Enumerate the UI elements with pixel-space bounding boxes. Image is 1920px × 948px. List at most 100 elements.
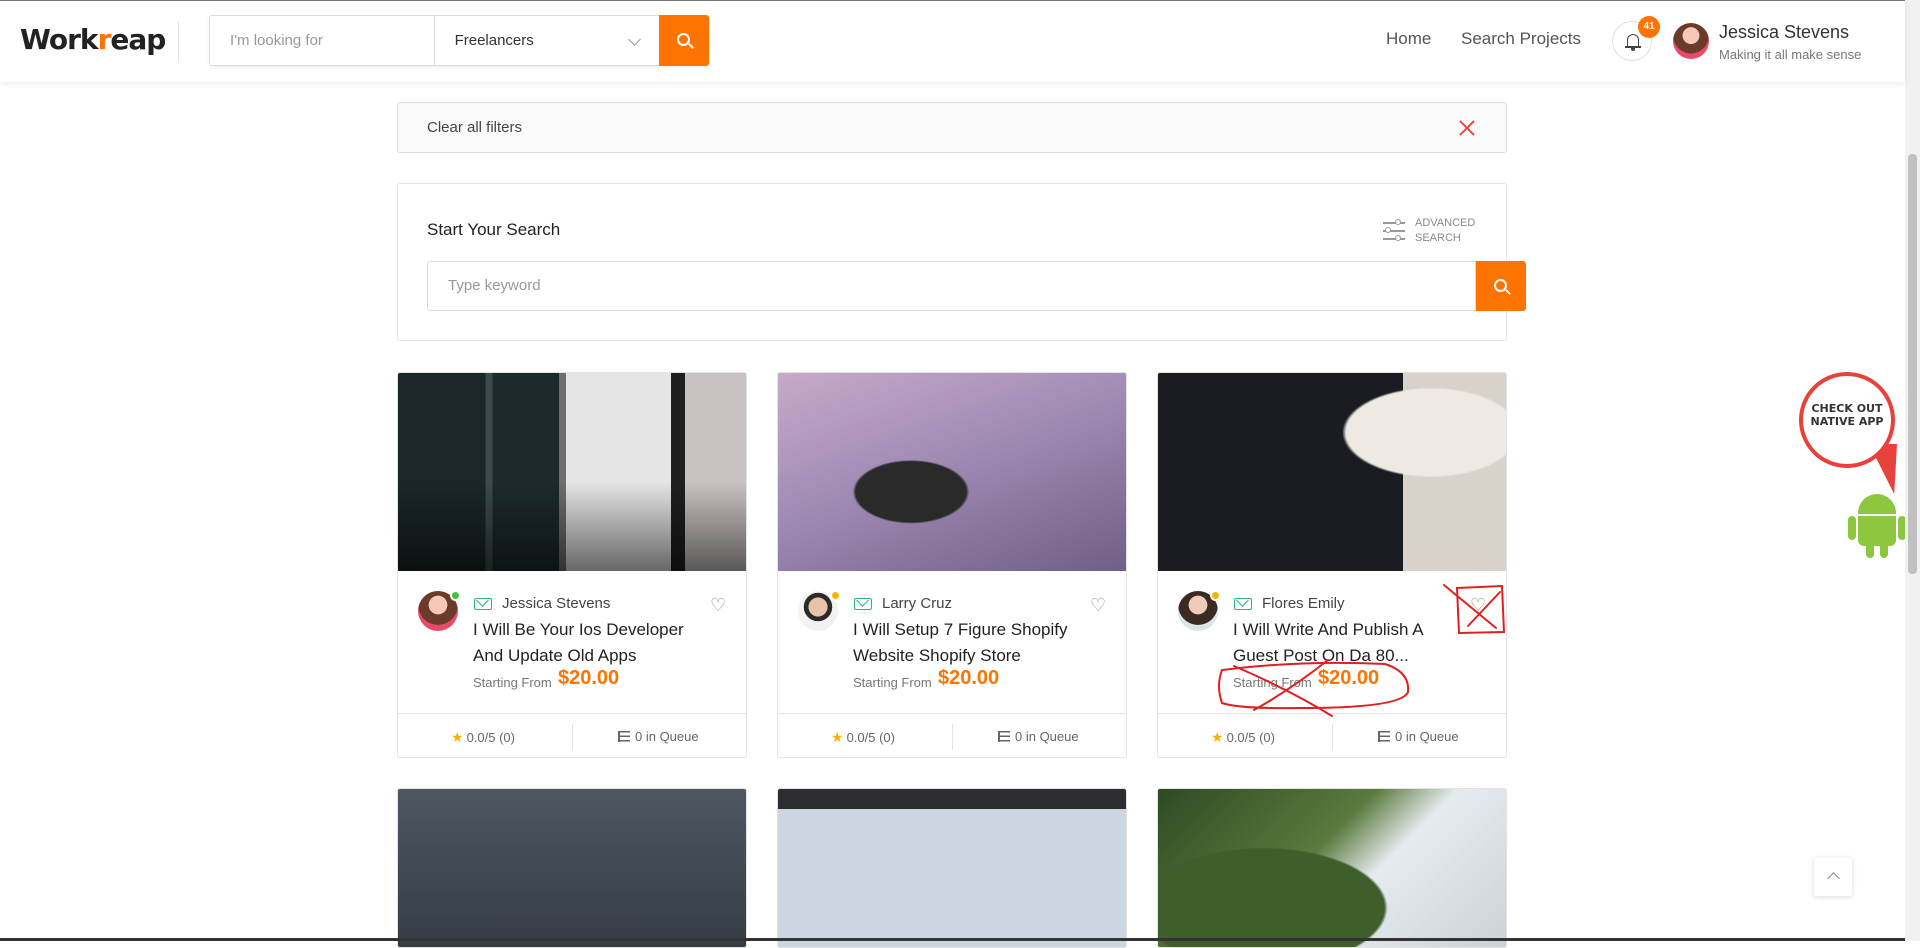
gig-title-line: I Will Be Your Ios Developer — [473, 620, 684, 639]
category-select[interactable]: Freelancers — [435, 16, 660, 65]
scrollbar-thumb[interactable] — [1908, 154, 1917, 574]
notification-badge: 41 — [1638, 16, 1660, 38]
gig-queue: 0 in Queue — [618, 729, 699, 744]
rating-value: 0.0/5 (0) — [466, 730, 515, 745]
top-header: Workreap I'm looking for Freelancers Hom… — [0, 0, 1905, 82]
user-tagline: Making it all make sense — [1719, 47, 1862, 62]
rating-value: 0.0/5 (0) — [1226, 730, 1275, 745]
header-search-input[interactable]: I'm looking for — [210, 16, 435, 65]
gig-image[interactable] — [778, 789, 1126, 947]
native-app-promo[interactable]: CHECK OUT NATIVE APP — [1799, 372, 1906, 558]
close-icon[interactable] — [1458, 119, 1476, 137]
gig-card[interactable]: Flores Emily ♡ I Will Write And Publish … — [1157, 372, 1507, 758]
gig-rating: ★ 0.0/5 (0) — [451, 729, 515, 746]
footer-divider — [572, 724, 573, 750]
gig-title-line: I Will Write And Publish A — [1233, 620, 1424, 639]
gig-card[interactable] — [1157, 788, 1507, 948]
gig-title[interactable]: I Will Write And Publish A Guest Post On… — [1233, 617, 1483, 669]
scroll-to-top-button[interactable] — [1814, 858, 1852, 896]
gig-price: $20.00 — [938, 667, 1000, 689]
nav-home[interactable]: Home — [1386, 29, 1431, 49]
gig-queue: 0 in Queue — [998, 729, 1079, 744]
search-icon — [1494, 279, 1507, 292]
gig-card-footer: ★ 0.0/5 (0) 0 in Queue — [398, 713, 746, 757]
gig-image[interactable] — [1158, 789, 1506, 947]
search-panel: Start Your Search ADVANCED SEARCH Type k… — [397, 183, 1526, 341]
online-status-dot — [1210, 590, 1221, 601]
seller-name[interactable]: Jessica Stevens — [502, 595, 610, 612]
gig-card[interactable]: Jessica Stevens ♡ I Will Be Your Ios Dev… — [397, 372, 747, 758]
android-icon-body — [1858, 516, 1896, 546]
gig-title[interactable]: I Will Be Your Ios Developer And Update … — [473, 617, 723, 669]
keyword-input[interactable]: Type keyword — [427, 261, 1476, 311]
keyword-search-button[interactable] — [1476, 261, 1526, 311]
gig-card[interactable] — [397, 788, 747, 948]
user-avatar[interactable] — [1673, 23, 1709, 59]
online-status-dot — [830, 590, 841, 601]
heart-icon[interactable]: ♡ — [1470, 595, 1486, 616]
gig-title-line: Guest Post On Da 80... — [1233, 646, 1409, 665]
gig-image[interactable] — [1158, 373, 1506, 571]
bell-icon-clapper — [1631, 48, 1635, 51]
gig-card-footer: ★ 0.0/5 (0) 0 in Queue — [778, 713, 1126, 757]
promo-text: CHECK OUT NATIVE APP — [1810, 402, 1884, 428]
header-divider — [178, 21, 179, 61]
star-icon: ★ — [451, 729, 464, 745]
starting-from-label: Starting From — [473, 675, 552, 690]
advanced-search-label: ADVANCED SEARCH — [1415, 217, 1476, 244]
queue-list-icon — [618, 731, 630, 742]
header-search-button[interactable] — [659, 15, 709, 66]
gig-rating: ★ 0.0/5 (0) — [1211, 729, 1275, 746]
clear-filters-label[interactable]: Clear all filters — [427, 119, 522, 136]
online-status-dot — [450, 590, 461, 601]
gig-queue: 0 in Queue — [1378, 729, 1459, 744]
starting-from-label: Starting From — [853, 675, 932, 690]
queue-value: 0 in Queue — [1395, 729, 1459, 744]
gig-card-footer: ★ 0.0/5 (0) 0 in Queue — [1158, 713, 1506, 757]
user-name[interactable]: Jessica Stevens — [1719, 22, 1849, 43]
verified-mail-icon — [1234, 598, 1252, 610]
rating-value: 0.0/5 (0) — [846, 730, 895, 745]
seller-name[interactable]: Flores Emily — [1262, 595, 1345, 612]
page-scrollbar[interactable] — [1905, 0, 1920, 941]
android-icon — [1848, 494, 1906, 558]
nav-search-projects[interactable]: Search Projects — [1461, 29, 1581, 49]
clear-filters-bar: Clear all filters — [397, 102, 1507, 153]
footer-divider — [1332, 724, 1333, 750]
android-icon-arm — [1848, 516, 1856, 540]
star-icon: ★ — [1211, 729, 1224, 745]
android-icon-leg — [1880, 542, 1888, 558]
gig-price: $20.00 — [1318, 667, 1380, 689]
gig-title-line: Website Shopify Store — [853, 646, 1021, 665]
chevron-down-icon — [628, 33, 641, 46]
verified-mail-icon — [474, 598, 492, 610]
search-icon — [677, 33, 691, 46]
queue-value: 0 in Queue — [635, 729, 699, 744]
queue-list-icon — [998, 731, 1010, 742]
category-select-value: Freelancers — [454, 32, 534, 49]
star-icon: ★ — [831, 729, 844, 745]
gig-rating: ★ 0.0/5 (0) — [831, 729, 895, 746]
sliders-icon — [1383, 218, 1405, 242]
android-icon-leg — [1866, 542, 1874, 558]
heart-icon[interactable]: ♡ — [710, 595, 726, 616]
gig-title-line: I Will Setup 7 Figure Shopify — [853, 620, 1068, 639]
seller-name[interactable]: Larry Cruz — [882, 595, 952, 612]
starting-from-label: Starting From — [1233, 675, 1312, 690]
gig-card[interactable]: Larry Cruz ♡ I Will Setup 7 Figure Shopi… — [777, 372, 1127, 758]
verified-mail-icon — [854, 598, 872, 610]
queue-value: 0 in Queue — [1015, 729, 1079, 744]
gig-image[interactable] — [398, 789, 746, 947]
gig-image[interactable] — [778, 373, 1126, 571]
footer-divider — [952, 724, 953, 750]
gig-image[interactable] — [398, 373, 746, 571]
heart-icon[interactable]: ♡ — [1090, 595, 1106, 616]
search-panel-title: Start Your Search — [427, 220, 561, 239]
workreap-logo[interactable]: Workreap — [20, 23, 166, 56]
gig-card[interactable] — [777, 788, 1127, 948]
android-icon-head — [1858, 494, 1896, 514]
gig-price: $20.00 — [558, 667, 620, 689]
queue-list-icon — [1378, 731, 1390, 742]
advanced-search-button[interactable]: ADVANCED SEARCH — [1383, 214, 1483, 246]
gig-title[interactable]: I Will Setup 7 Figure Shopify Website Sh… — [853, 617, 1103, 669]
